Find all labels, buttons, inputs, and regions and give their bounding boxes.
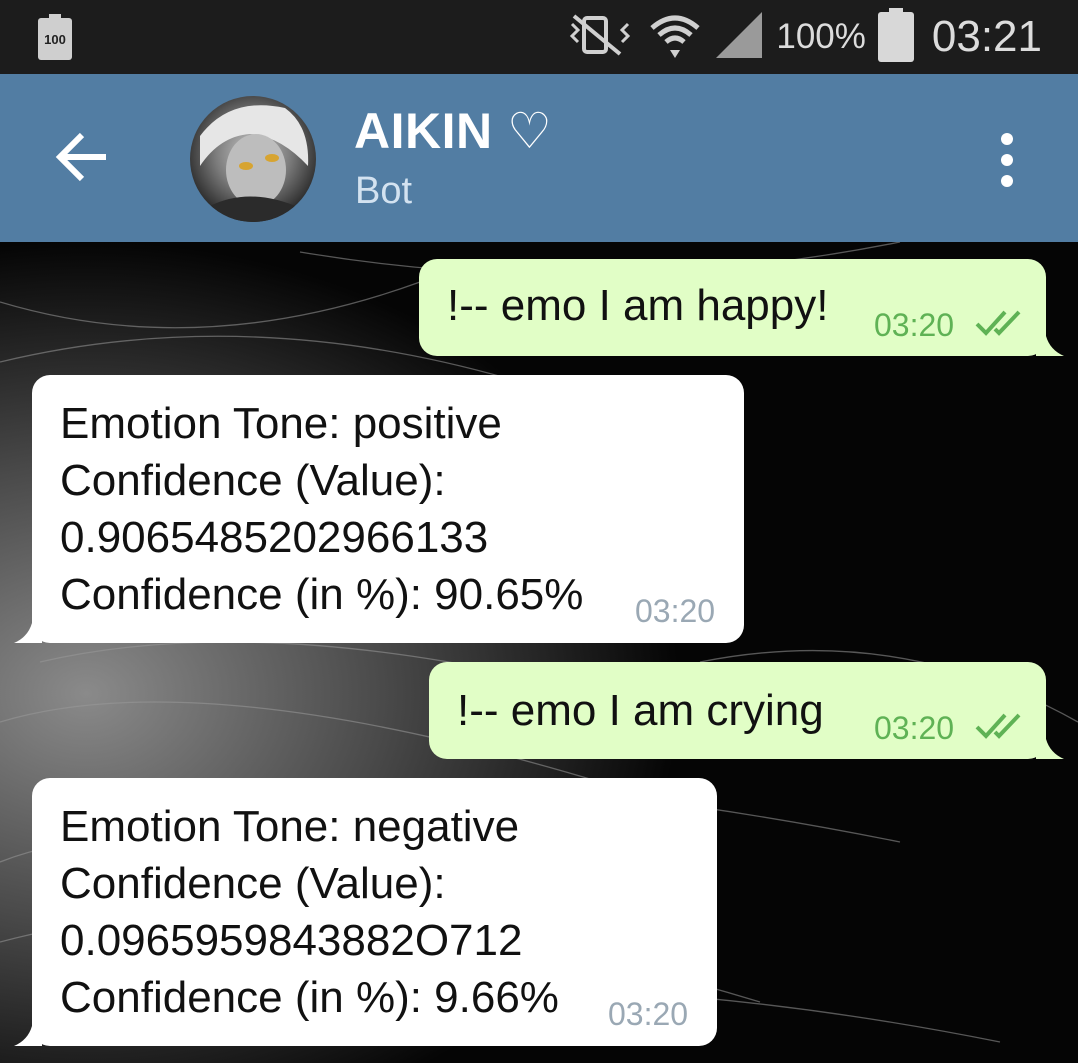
message-text: !-- emo I am happy! (447, 281, 829, 330)
status-icons: 100% 03:21 (564, 0, 1042, 74)
chat-title[interactable]: AIKIN ♡ (354, 102, 552, 160)
message-line: 0.9065485202966133 (60, 513, 489, 562)
double-check-icon (975, 310, 1021, 336)
battery-small-icon: 100 (38, 14, 72, 60)
double-check-icon (975, 713, 1021, 739)
chat-header: AIKIN ♡ Bot (0, 74, 1078, 242)
more-vertical-icon[interactable] (988, 132, 1026, 188)
signal-icon (714, 10, 764, 65)
message-line: Confidence (in %): 90.65% (60, 570, 584, 619)
outgoing-message[interactable]: !-- emo I am crying 03:20 (429, 662, 1046, 759)
mute-vibrate-icon (564, 12, 636, 63)
bubble-tail (1036, 739, 1064, 759)
incoming-message[interactable]: Emotion Tone: negative Confidence (Value… (32, 778, 717, 1046)
bubble-tail (14, 1026, 42, 1046)
status-time: 03:21 (931, 12, 1042, 61)
battery-icon (877, 7, 914, 67)
avatar[interactable] (190, 96, 316, 222)
status-bar: 100 100% 03:21 (0, 0, 1078, 74)
incoming-message[interactable]: Emotion Tone: positive Confidence (Value… (32, 375, 744, 643)
arrow-left-icon[interactable] (54, 128, 112, 186)
battery-small-label: 100 (44, 32, 66, 47)
outgoing-message[interactable]: !-- emo I am happy! 03:20 (419, 259, 1046, 356)
message-time: 03:20 (874, 307, 955, 343)
message-text: !-- emo I am crying (457, 686, 824, 735)
bubble-tail (14, 623, 42, 643)
message-line: Confidence (Value): (60, 859, 446, 908)
bubble-tail (1036, 336, 1064, 356)
message-line: Confidence (Value): (60, 456, 446, 505)
message-time: 03:20 (608, 996, 689, 1032)
message-line: Emotion Tone: positive (60, 399, 502, 448)
wifi-icon (648, 10, 702, 65)
message-line: Confidence (in %): 9.66% (60, 973, 559, 1022)
message-line: 0.0965959843882O712 (60, 916, 523, 965)
message-line: Emotion Tone: negative (60, 802, 520, 851)
battery-percent: 100% (776, 17, 866, 56)
message-list[interactable]: !-- emo I am happy! 03:20 Emotion Tone: … (0, 242, 1078, 1063)
message-time: 03:20 (874, 710, 955, 746)
chat-subtitle: Bot (355, 170, 413, 212)
message-time: 03:20 (635, 593, 716, 629)
